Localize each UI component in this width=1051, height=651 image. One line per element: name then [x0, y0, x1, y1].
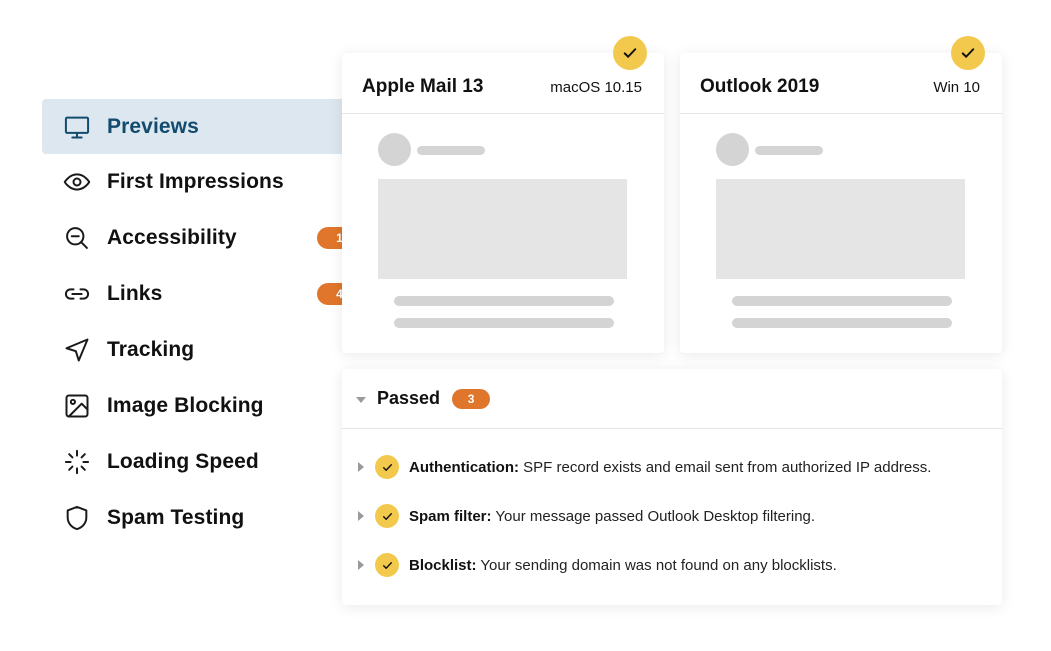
sidebar-item-links[interactable]: Links 4	[42, 266, 372, 322]
section-title: Passed	[377, 388, 441, 408]
sidebar-item-previews[interactable]: Previews	[42, 99, 372, 154]
sidebar-item-label: Loading Speed	[107, 450, 259, 473]
zoom-out-icon	[62, 223, 92, 253]
result-row-blocklist[interactable]: Blocklist: Your sending domain was not f…	[342, 550, 1002, 580]
client-name: Apple Mail 13	[362, 76, 484, 97]
result-label: Authentication:	[409, 458, 519, 476]
result-row-spam-filter[interactable]: Spam filter: Your message passed Outlook…	[342, 501, 1002, 531]
avatar-placeholder	[716, 133, 749, 166]
sidebar-item-loading-speed[interactable]: Loading Speed	[42, 434, 372, 490]
text-placeholder	[394, 296, 614, 306]
result-label: Blocklist:	[409, 556, 477, 574]
avatar-placeholder	[378, 133, 411, 166]
result-label: Spam filter:	[409, 507, 492, 525]
image-icon	[62, 391, 92, 421]
sidebar-item-accessibility[interactable]: Accessibility 1	[42, 210, 372, 266]
sidebar-item-label: Tracking	[107, 338, 195, 361]
sidebar-item-spam-testing[interactable]: Spam Testing	[42, 490, 372, 546]
text-placeholder	[732, 318, 952, 328]
result-description: SPF record exists and email sent from au…	[523, 458, 932, 476]
preview-card-outlook[interactable]: Outlook 2019 Win 10	[680, 36, 1002, 353]
loader-icon	[62, 447, 92, 477]
sidebar-item-label: Accessibility	[107, 226, 237, 249]
shield-icon	[62, 503, 92, 533]
result-row-authentication[interactable]: Authentication: SPF record exists and em…	[342, 452, 1002, 482]
passed-count-badge: 3	[452, 388, 491, 409]
sidebar-item-first-impressions[interactable]: First Impressions	[42, 154, 372, 210]
sidebar-item-label: Image Blocking	[107, 394, 264, 417]
client-name: Outlook 2019	[700, 76, 820, 97]
chevron-right-icon	[358, 560, 364, 570]
sidebar-nav: Previews First Impressions Accessibility…	[42, 99, 372, 546]
check-icon	[375, 553, 399, 577]
navigation-icon	[62, 335, 92, 365]
text-placeholder	[394, 318, 614, 328]
sidebar-item-label: Spam Testing	[107, 506, 245, 529]
check-icon	[375, 504, 399, 528]
result-description: Your sending domain was not found on any…	[480, 556, 837, 574]
os-version: macOS 10.15	[550, 78, 642, 96]
text-placeholder	[417, 146, 485, 155]
check-icon	[951, 36, 985, 70]
chevron-right-icon	[358, 462, 364, 472]
result-description: Your message passed Outlook Desktop filt…	[495, 507, 816, 525]
text-placeholder	[732, 296, 952, 306]
sidebar-item-label: First Impressions	[107, 170, 284, 193]
text-placeholder	[755, 146, 823, 155]
preview-card-apple-mail[interactable]: Apple Mail 13 macOS 10.15	[342, 36, 664, 353]
check-icon	[613, 36, 647, 70]
sidebar-item-label: Links	[107, 282, 163, 305]
check-icon	[375, 455, 399, 479]
chevron-down-icon	[356, 396, 366, 403]
passed-section-toggle[interactable]: Passed 3	[342, 369, 1002, 429]
chevron-right-icon	[358, 511, 364, 521]
results-panel: Passed 3 Authentication: SPF record exis…	[342, 369, 1002, 605]
sidebar-item-tracking[interactable]: Tracking	[42, 322, 372, 378]
sidebar-item-image-blocking[interactable]: Image Blocking	[42, 378, 372, 434]
link-icon	[62, 279, 92, 309]
eye-icon	[62, 167, 92, 197]
os-version: Win 10	[933, 78, 980, 96]
monitor-icon	[62, 112, 92, 142]
image-placeholder	[378, 179, 627, 279]
image-placeholder	[716, 179, 965, 279]
sidebar-item-label: Previews	[107, 114, 199, 138]
